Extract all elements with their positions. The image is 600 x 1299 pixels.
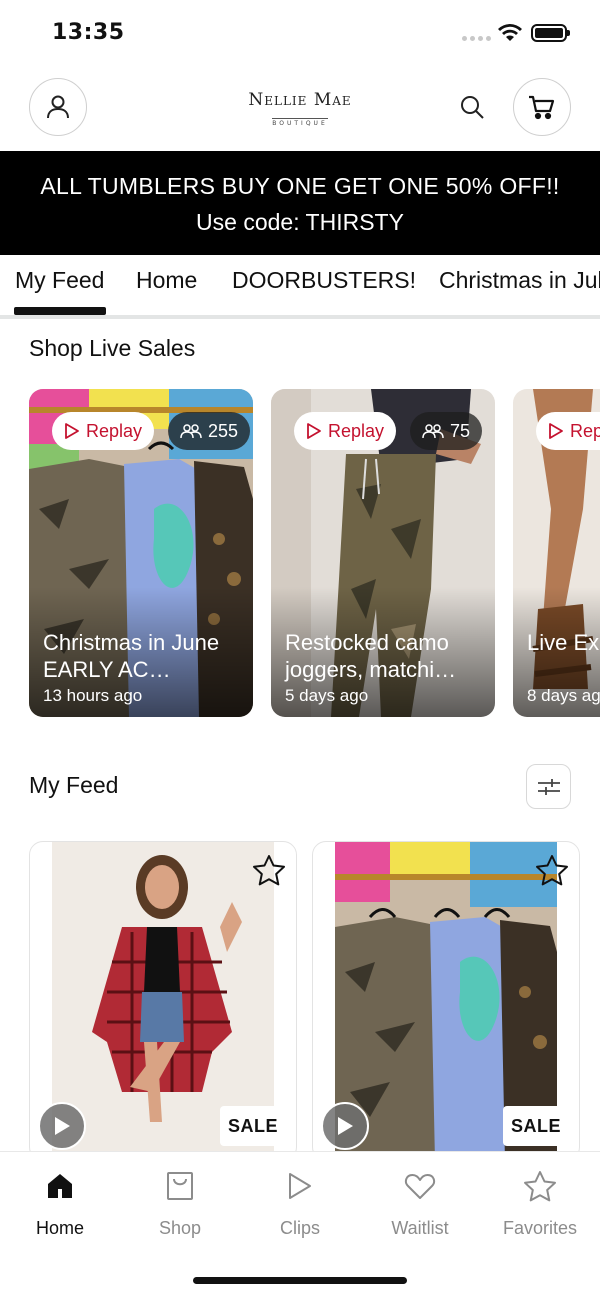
account-button[interactable]: [29, 78, 87, 136]
product-card[interactable]: SALE: [29, 841, 297, 1161]
star-outline-icon: [536, 855, 568, 886]
shopping-bag-icon: [167, 1172, 193, 1200]
status-bar: 13:35: [0, 0, 600, 66]
nav-waitlist-label: Waitlist: [391, 1218, 449, 1238]
person-icon: [47, 95, 69, 119]
play-outline-icon: [307, 423, 321, 439]
play-video-button[interactable]: [321, 1102, 369, 1150]
feed-title: My Feed: [29, 772, 119, 798]
play-outline-icon: [549, 423, 563, 439]
heart-icon: [404, 1174, 436, 1199]
replay-button[interactable]: Replay: [52, 412, 155, 450]
battery-icon: [531, 24, 570, 42]
promo-headline: ALL TUMBLERS BUY ONE GET ONE 50% OFF!!: [40, 173, 560, 199]
logo-sub-text: BOUTIQUE: [272, 118, 328, 127]
live-sale-time: 13 hours ago: [43, 686, 143, 705]
star-outline-icon: [524, 1171, 556, 1202]
replay-button[interactable]: Replay: [536, 412, 600, 450]
nav-clips-label: Clips: [279, 1218, 320, 1238]
cart-button[interactable]: [513, 78, 571, 136]
logo-main-text: Nellie Mae: [248, 90, 352, 110]
play-video-button[interactable]: [38, 1102, 86, 1150]
play-outline-icon: [289, 1173, 311, 1199]
play-outline-icon: [65, 423, 79, 439]
wifi-icon: [498, 24, 522, 41]
viewer-count: 255: [208, 420, 239, 441]
nav-home-label: Home: [35, 1218, 84, 1238]
promo-banner[interactable]: ALL TUMBLERS BUY ONE GET ONE 50% OFF!! U…: [0, 151, 600, 255]
tab-doorbusters[interactable]: DOORBUSTERS!: [232, 267, 416, 294]
live-sale-title: Christmas in June EARLY AC…: [43, 630, 220, 682]
tab-my-feed[interactable]: My Feed: [15, 267, 104, 294]
home-icon: [48, 1174, 72, 1198]
product-card[interactable]: SALE: [312, 841, 580, 1161]
replay-button[interactable]: Replay: [294, 412, 397, 450]
tab-home[interactable]: Home: [136, 267, 197, 294]
search-icon: [461, 96, 484, 119]
nav-shop[interactable]: Shop: [130, 1166, 230, 1239]
replay-label: Replay: [328, 420, 385, 441]
search-button[interactable]: [455, 90, 489, 124]
promo-code-text: Use code: THIRSTY: [196, 209, 404, 235]
nav-waitlist[interactable]: Waitlist: [370, 1166, 470, 1239]
live-sale-title: Live Ex… 30% O…: [527, 630, 600, 655]
live-sale-title: Restocked camo joggers, matchi…: [285, 630, 457, 682]
nav-favorites[interactable]: Favorites: [490, 1166, 590, 1239]
brand-logo[interactable]: Nellie Mae BOUTIQUE: [240, 90, 360, 129]
cart-icon: [529, 95, 555, 120]
viewers-icon: [180, 424, 202, 439]
replay-label: Replay: [86, 420, 143, 441]
app-header: Nellie Mae BOUTIQUE: [0, 78, 600, 138]
home-indicator[interactable]: [193, 1277, 407, 1284]
live-sale-card[interactable]: Replay 255 Christmas in June EARLY AC… 1…: [29, 389, 253, 717]
star-outline-icon: [253, 855, 285, 886]
nav-favorites-label: Favorites: [502, 1218, 578, 1238]
sale-badge: SALE: [219, 1106, 286, 1146]
viewers-icon: [422, 424, 444, 439]
live-sale-time: 5 days ago: [285, 686, 369, 705]
active-tab-indicator: [14, 307, 106, 315]
live-sales-title: Shop Live Sales: [29, 335, 196, 361]
live-sale-card[interactable]: Replay Live Ex… 30% O… 8 days ago: [513, 389, 600, 717]
viewer-count: 75: [450, 420, 471, 441]
nav-shop-label: Shop: [158, 1218, 202, 1238]
status-time: 13:35: [52, 20, 125, 45]
filter-button[interactable]: [526, 764, 571, 809]
play-icon: [55, 1117, 70, 1135]
viewer-count-badge: 255: [168, 412, 251, 450]
live-sale-card[interactable]: Replay 75 Restocked camo joggers, matchi…: [271, 389, 495, 717]
sliders-icon: [537, 778, 560, 795]
replay-label: Replay: [570, 420, 600, 441]
nav-clips[interactable]: Clips: [250, 1166, 350, 1239]
play-icon: [338, 1117, 353, 1135]
live-sale-time: 8 days ago: [527, 686, 600, 705]
viewer-count-badge: 75: [410, 412, 483, 450]
live-sales-carousel[interactable]: Replay 255 Christmas in June EARLY AC… 1…: [29, 389, 600, 719]
sale-badge: SALE: [502, 1106, 569, 1146]
favorite-button[interactable]: [533, 852, 571, 888]
tab-christmas-in-july[interactable]: Christmas in July: [439, 267, 600, 294]
signal-icon: [462, 36, 491, 41]
nav-home[interactable]: Home: [10, 1166, 110, 1239]
favorite-button[interactable]: [250, 852, 288, 888]
category-tabs: My Feed Home DOORBUSTERS! Christmas in J…: [0, 255, 600, 319]
